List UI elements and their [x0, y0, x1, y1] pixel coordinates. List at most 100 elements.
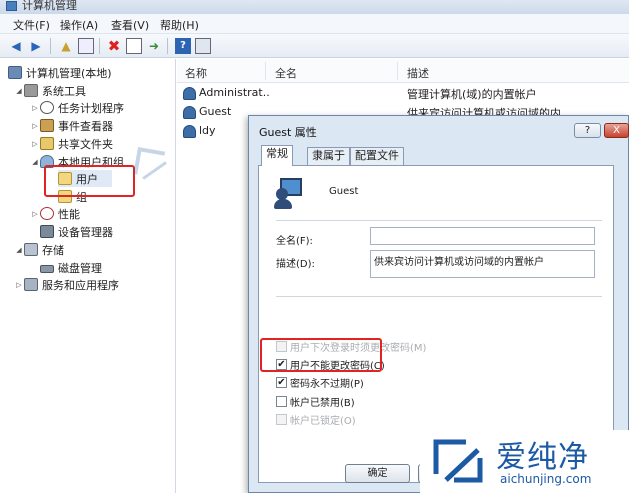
toolbar-separator [167, 38, 168, 54]
back-arrow-icon[interactable]: ◀ [8, 38, 24, 54]
user-account-icon [183, 87, 196, 100]
cell-description: 管理计算机(域)的内置帐户 [407, 88, 537, 101]
account-locked-checkbox[interactable]: 帐户已锁定(O) [276, 411, 356, 427]
list-header: 名称 全名 描述 [177, 59, 629, 83]
properties-icon[interactable] [126, 38, 142, 54]
up-folder-icon[interactable]: ▲ [58, 38, 74, 54]
tree-item-label: 存储 [42, 243, 64, 257]
tree-item-label: 事件查看器 [58, 119, 113, 133]
column-header-description[interactable]: 描述 [407, 65, 429, 81]
tree-item-disk-management[interactable]: 磁盘管理 [40, 259, 102, 276]
watermark-mark-icon [433, 439, 483, 483]
checkbox-label: 帐户已锁定(O) [290, 415, 356, 427]
divider [276, 296, 602, 297]
fullname-label: 全名(F): [276, 236, 313, 247]
expanded-arrow-icon[interactable]: ◢ [30, 158, 40, 166]
tree-item-label: 磁盘管理 [58, 261, 102, 275]
username-label: Guest [329, 186, 359, 197]
tree-item-label: 系统工具 [42, 84, 86, 98]
title-bar: 计算机管理 [0, 0, 629, 14]
watermark-logo: 爱纯净 aichunjing.com [420, 430, 629, 493]
collapsed-arrow-icon[interactable]: ▷ [30, 140, 40, 148]
watermark-site: aichunjing.com [500, 472, 592, 486]
tree-item-shared-folders[interactable]: ▷ 共享文件夹 [30, 135, 113, 152]
disk-icon [40, 264, 54, 273]
checkbox-label: 密码永不过期(P) [290, 378, 364, 390]
window-title: 计算机管理 [22, 0, 77, 12]
tree-item-task-scheduler[interactable]: ▷ 任务计划程序 [30, 99, 124, 116]
expanded-arrow-icon[interactable]: ◢ [14, 246, 24, 254]
export-icon[interactable]: ➜ [146, 38, 162, 54]
forward-arrow-icon[interactable]: ▶ [28, 38, 44, 54]
tree-item-computer-management[interactable]: 计算机管理(本地) [8, 64, 112, 81]
user-account-icon [183, 125, 196, 138]
tree-item-storage[interactable]: ◢ 存储 [14, 241, 64, 258]
menu-view[interactable]: 查看(V) [111, 17, 149, 33]
dialog-title: Guest 属性 [259, 126, 317, 139]
menu-bar: 文件(F) 操作(A) 查看(V) 帮助(H) [0, 14, 629, 34]
collapsed-arrow-icon[interactable]: ▷ [14, 281, 24, 289]
show-hide-tree-icon[interactable] [78, 38, 94, 54]
checkbox-box[interactable]: ✔ [276, 376, 287, 388]
collapsed-arrow-icon[interactable]: ▷ [30, 104, 40, 112]
computer-management-icon [6, 1, 17, 11]
tree-item-label: 设备管理器 [58, 225, 113, 239]
toolbar-separator [50, 38, 51, 54]
tree-item-label: 服务和应用程序 [42, 278, 119, 292]
user-avatar-icon [274, 178, 304, 210]
column-divider[interactable] [265, 62, 266, 80]
account-disabled-highlight-box [260, 338, 382, 372]
cell-name: Administrat... [199, 86, 269, 99]
menu-file[interactable]: 文件(F) [13, 17, 50, 33]
close-button[interactable]: X [604, 123, 629, 138]
tab-general[interactable]: 常规 [261, 145, 293, 166]
checkbox-box[interactable] [276, 413, 287, 425]
delete-icon[interactable]: ✖ [106, 38, 122, 54]
ok-button[interactable]: 确定 [345, 464, 410, 483]
toolbar: ◀ ▶ ▲ ✖ ➜ ? [0, 34, 629, 58]
user-account-icon [183, 106, 196, 119]
divider [276, 220, 602, 221]
help-button[interactable]: ? [574, 123, 601, 138]
tools-icon [24, 84, 38, 97]
shared-folder-icon [40, 137, 54, 150]
view-icon[interactable] [195, 38, 211, 54]
performance-icon [40, 207, 54, 220]
watermark-brand: 爱纯净 [496, 440, 589, 475]
users-highlight-box [44, 165, 135, 197]
clock-icon [40, 101, 54, 114]
collapsed-arrow-icon[interactable]: ▷ [30, 122, 40, 130]
tree-item-services-apps[interactable]: ▷ 服务和应用程序 [14, 276, 119, 293]
tab-member-of[interactable]: 隶属于 [307, 147, 350, 165]
tree-item-device-manager[interactable]: 设备管理器 [40, 223, 113, 240]
services-icon [24, 278, 38, 291]
column-divider[interactable] [397, 62, 398, 80]
column-header-name[interactable]: 名称 [185, 65, 207, 81]
tree-item-label: 共享文件夹 [58, 137, 113, 151]
storage-icon [24, 243, 38, 256]
expanded-arrow-icon[interactable]: ◢ [14, 87, 24, 95]
account-disabled-checkbox[interactable]: 帐户已禁用(B) [276, 393, 355, 409]
toolbar-separator [99, 38, 100, 54]
description-field[interactable]: 供来宾访问计算机或访问域的内置帐户 [370, 250, 595, 278]
menu-action[interactable]: 操作(A) [60, 17, 98, 33]
collapsed-arrow-icon[interactable]: ▷ [30, 210, 40, 218]
help-icon[interactable]: ? [175, 38, 191, 54]
column-header-fullname[interactable]: 全名 [275, 65, 297, 81]
tree-item-performance[interactable]: ▷ 性能 [30, 205, 80, 222]
table-row[interactable]: Administrat... 管理计算机(域)的内置帐户 [177, 84, 629, 103]
checkbox-label: 帐户已禁用(B) [290, 397, 355, 409]
tree-item-system-tools[interactable]: ◢ 系统工具 [14, 82, 86, 99]
fullname-field[interactable] [370, 227, 595, 245]
tab-profile[interactable]: 配置文件 [350, 147, 404, 165]
event-viewer-icon [40, 119, 54, 132]
device-manager-icon [40, 225, 54, 238]
checkbox-box[interactable] [276, 395, 287, 407]
password-never-expires-checkbox[interactable]: ✔ 密码永不过期(P) [276, 374, 364, 390]
tree-item-label: 性能 [58, 207, 80, 221]
tree-item-label: 任务计划程序 [58, 101, 124, 115]
console-tree: 计算机管理(本地) ◢ 系统工具 ▷ 任务计划程序 ▷ 事件查看器 ▷ 共享文件… [0, 59, 176, 493]
tree-item-event-viewer[interactable]: ▷ 事件查看器 [30, 117, 113, 134]
menu-help[interactable]: 帮助(H) [160, 17, 199, 33]
computer-icon [8, 66, 22, 79]
